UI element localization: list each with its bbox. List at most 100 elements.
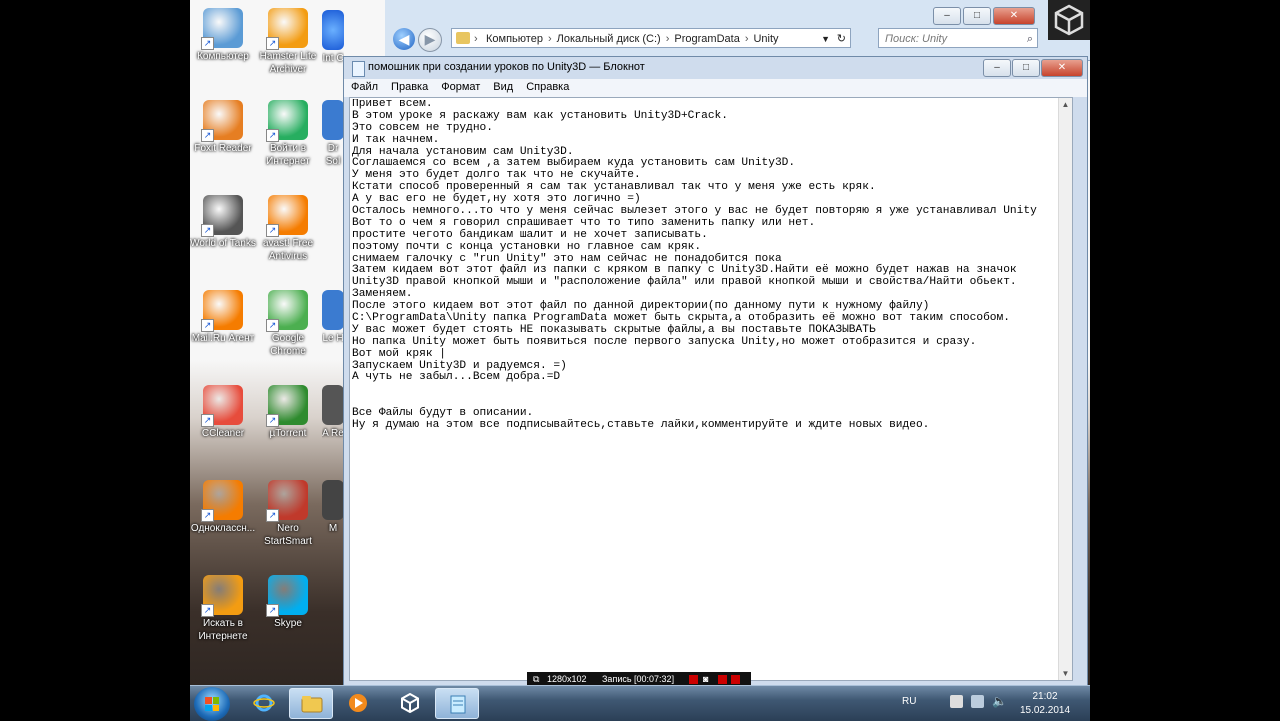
scroll-down-icon[interactable]: ▼ bbox=[1059, 667, 1072, 680]
shortcut-arrow-icon: ↗ bbox=[201, 224, 214, 237]
desktop-icon-label: Foxit Reader bbox=[194, 143, 252, 154]
minimize-button[interactable]: – bbox=[933, 7, 961, 25]
scroll-up-icon[interactable]: ▲ bbox=[1059, 98, 1072, 111]
minimize-button[interactable]: – bbox=[983, 59, 1011, 77]
desktop-icon[interactable]: ↗ Skype bbox=[253, 575, 323, 630]
language-indicator[interactable]: RU bbox=[902, 696, 916, 707]
desktop-icon[interactable]: ↗ Google Chrome bbox=[253, 290, 323, 358]
partial-desktop-icon[interactable]: Int C bbox=[322, 10, 344, 65]
desktop-icon[interactable]: ↗ Hamster Lite Archiver bbox=[253, 8, 323, 76]
shortcut-arrow-icon: ↗ bbox=[201, 509, 214, 522]
address-bar[interactable]: › Компьютер › Локальный диск (C:) › ProgramD… bbox=[451, 28, 851, 48]
stop-icon[interactable] bbox=[731, 675, 740, 684]
taskbar-unity-button[interactable] bbox=[388, 688, 432, 719]
mailru-agent-icon: ↗ bbox=[201, 290, 243, 332]
back-button[interactable]: ◀ bbox=[393, 28, 415, 50]
partial-desktop-icon[interactable]: Dr Sol bbox=[322, 100, 344, 168]
partial-desktop-icon[interactable]: Le H bbox=[322, 290, 344, 345]
desktop-icon[interactable]: ↗ Искать в Интернете bbox=[188, 575, 258, 643]
text-line: простите чегото бандикам шалит и не хоче… bbox=[352, 228, 708, 241]
desktop-icon[interactable]: ↗ World of Tanks bbox=[188, 195, 258, 250]
system-tray: 🔈 bbox=[950, 695, 1007, 708]
foxit-reader-icon: ↗ bbox=[201, 100, 243, 142]
search-internet-icon: ↗ bbox=[201, 575, 243, 617]
breadcrumb-sep: › bbox=[474, 33, 478, 45]
text-line: Вот то о чем я говорил спрашивает что то… bbox=[352, 216, 816, 229]
odnoklassniki-icon: ↗ bbox=[201, 480, 243, 522]
desktop-icon[interactable]: ↗ CCleaner bbox=[188, 385, 258, 440]
menu-help[interactable]: Справка bbox=[519, 79, 575, 97]
notepad-icon bbox=[450, 695, 466, 714]
avast-icon: ↗ bbox=[266, 195, 308, 237]
folder-icon bbox=[301, 696, 323, 713]
notepad-window[interactable]: помошник при создании уроков по Unity3D … bbox=[343, 56, 1088, 688]
desktop-icon[interactable]: ↗ Mail.Ru Агент bbox=[188, 290, 258, 345]
vertical-scrollbar[interactable]: ▲ ▼ bbox=[1058, 98, 1072, 680]
desktop-icon[interactable]: ↗ Войти в Интернет bbox=[253, 100, 323, 168]
desktop-icon[interactable]: ↗ Компьютер bbox=[188, 8, 258, 63]
desktop-icon[interactable]: ↗ avast! Free Antivirus bbox=[253, 195, 323, 263]
breadcrumb-disk[interactable]: Локальный диск (C:) bbox=[557, 33, 661, 45]
taskbar-ie-button[interactable] bbox=[242, 688, 286, 719]
text-line: И так начнем. bbox=[352, 133, 440, 146]
notepad-titlebar[interactable]: помошник при создании уроков по Unity3D … bbox=[344, 57, 1087, 79]
desktop-icon[interactable]: ↗ Foxit Reader bbox=[188, 100, 258, 155]
partial-desktop-icon[interactable]: A Re bbox=[322, 385, 344, 440]
shortcut-arrow-icon: ↗ bbox=[266, 319, 279, 332]
search-input[interactable]: Поиск: Unity ⌕ bbox=[878, 28, 1038, 48]
shortcut-arrow-icon: ↗ bbox=[266, 414, 279, 427]
action-center-icon[interactable] bbox=[950, 695, 963, 708]
taskbar-explorer-button[interactable] bbox=[289, 688, 333, 719]
breadcrumb-computer[interactable]: Компьютер bbox=[486, 33, 543, 45]
shortcut-arrow-icon: ↗ bbox=[266, 509, 279, 522]
shortcut-arrow-icon: ↗ bbox=[201, 414, 214, 427]
network-icon[interactable] bbox=[971, 695, 984, 708]
pause-icon[interactable] bbox=[718, 675, 727, 684]
search-icon: ⌕ bbox=[1026, 33, 1033, 45]
partial-icon-label: Le H bbox=[322, 333, 344, 344]
unity-icon bbox=[401, 693, 419, 713]
maximize-button[interactable]: □ bbox=[963, 7, 991, 25]
clock[interactable]: 21:02 15.02.2014 bbox=[1010, 690, 1080, 718]
taskbar-media-player-button[interactable] bbox=[336, 688, 380, 719]
desktop-icon[interactable]: ↗ Одноклассн... bbox=[188, 480, 258, 535]
clock-time: 21:02 bbox=[1032, 691, 1058, 702]
unity-logo-icon bbox=[1048, 0, 1090, 40]
shortcut-arrow-icon: ↗ bbox=[201, 604, 214, 617]
start-button[interactable] bbox=[194, 687, 230, 721]
clock-date: 15.02.2014 bbox=[1019, 705, 1071, 716]
internet-globe-icon: ↗ bbox=[266, 100, 308, 142]
menu-edit[interactable]: Правка bbox=[384, 79, 434, 97]
refresh-icon[interactable]: ↻ bbox=[837, 29, 846, 47]
text-line bbox=[352, 384, 1070, 396]
address-dropdown-icon[interactable]: ▼ bbox=[821, 29, 830, 47]
volume-icon[interactable]: 🔈 bbox=[992, 695, 1007, 708]
desktop-icon-label: Nero StartSmart bbox=[264, 523, 312, 547]
text-line: Это совсем не трудно. bbox=[352, 121, 493, 134]
desktop-icon-label: Mail.Ru Агент bbox=[191, 333, 255, 344]
text-line: Но папка Unity может быть появиться посл… bbox=[352, 335, 977, 348]
text-editor-area[interactable]: Привет всем. В этом уроке я раскажу вам к… bbox=[349, 97, 1073, 681]
shortcut-arrow-icon: ↗ bbox=[201, 319, 214, 332]
breadcrumb-programdata[interactable]: ProgramData bbox=[674, 33, 739, 45]
forward-button[interactable]: ▶ bbox=[418, 28, 442, 52]
desktop-icon[interactable]: ↗ Nero StartSmart bbox=[253, 480, 323, 548]
text-content[interactable]: Привет всем. В этом уроке я раскажу вам к… bbox=[352, 99, 1070, 432]
taskbar-notepad-button[interactable] bbox=[435, 688, 479, 719]
menu-file[interactable]: Файл bbox=[344, 79, 384, 97]
explorer-window[interactable]: – □ ✕ ◀ ▶ › Компьютер › Локальный диск (C:… bbox=[385, 0, 1090, 61]
menu-format[interactable]: Формат bbox=[434, 79, 486, 97]
menu-view[interactable]: Вид bbox=[486, 79, 519, 97]
breadcrumb-unity[interactable]: Unity bbox=[753, 33, 778, 45]
text-line: Вот мой кряк | bbox=[352, 347, 446, 360]
internet-explorer-icon bbox=[253, 694, 275, 712]
maximize-button[interactable]: □ bbox=[1012, 59, 1040, 77]
record-indicator-icon bbox=[689, 675, 698, 684]
close-button[interactable]: ✕ bbox=[1041, 59, 1083, 77]
desktop-icon-label: Hamster Lite Archiver bbox=[259, 51, 317, 75]
partial-desktop-icon[interactable]: M bbox=[322, 480, 344, 535]
search-placeholder: Поиск: Unity bbox=[885, 33, 948, 45]
desktop-icon[interactable]: ↗ µTorrent bbox=[253, 385, 323, 440]
folder-icon bbox=[456, 32, 470, 44]
close-button[interactable]: ✕ bbox=[993, 7, 1035, 25]
